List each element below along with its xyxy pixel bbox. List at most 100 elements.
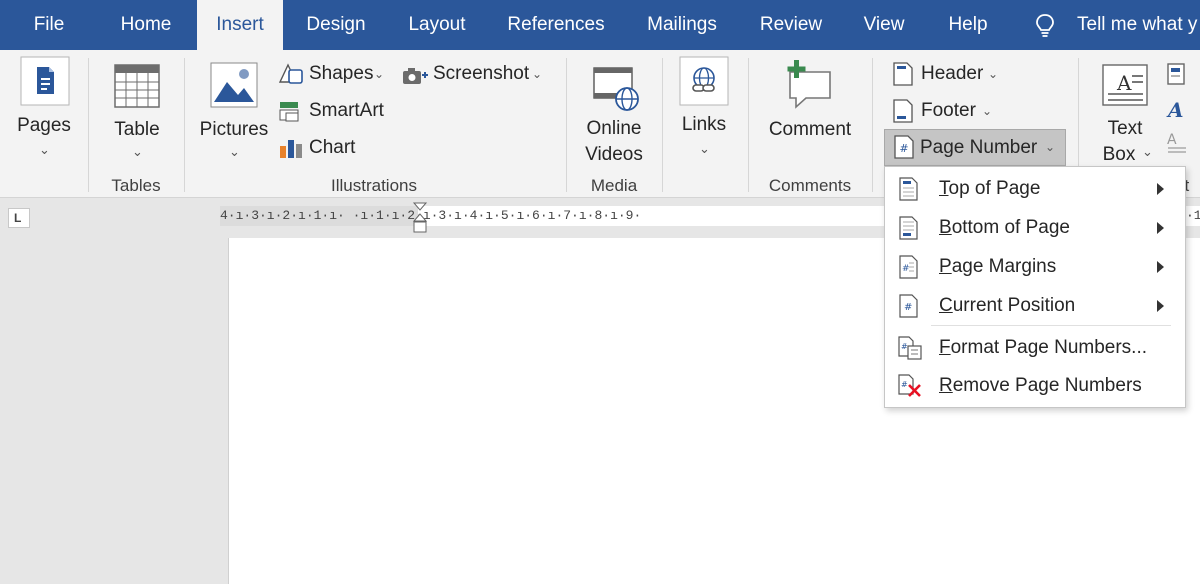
chevron-down-icon: ⌄ [1142, 144, 1153, 159]
tab-mailings[interactable]: Mailings [633, 0, 731, 50]
word-window: File Home Insert Design Layout Reference… [0, 0, 1200, 584]
table-label: Table [114, 119, 160, 140]
chevron-down-icon: ⌄ [982, 104, 993, 118]
header-button[interactable]: Header ⌄ [890, 58, 1010, 90]
group-separator [662, 58, 663, 192]
chevron-down-icon: ⌄ [532, 67, 543, 81]
menu-item-top-of-page[interactable]: Top of Page [885, 170, 1185, 208]
tab-file[interactable]: File [14, 0, 84, 50]
chart-button[interactable]: Chart [278, 132, 390, 164]
page-number-menu: Top of Page Bottom of Page # Page Margin… [884, 166, 1186, 408]
chevron-down-icon: ⌄ [374, 67, 385, 81]
tab-review[interactable]: Review [748, 0, 834, 50]
pages-label: Pages [17, 115, 71, 136]
menu-item-label: Remove Page Numbers [939, 375, 1142, 396]
svg-text:#: # [901, 342, 908, 351]
chart-icon [280, 140, 302, 158]
text-box-label-1: Text [1107, 118, 1143, 139]
format-page-numbers-icon: # [898, 336, 922, 360]
pictures-icon [210, 62, 258, 108]
menu-item-format-page-numbers[interactable]: # Format Page Numbers... [885, 329, 1185, 367]
tab-help[interactable]: Help [933, 0, 1003, 50]
footer-button[interactable]: Footer ⌄ [890, 95, 1010, 127]
online-videos-button[interactable]: Online Videos [578, 54, 650, 172]
page-number-button[interactable]: # Page Number ⌄ [884, 129, 1066, 166]
page-number-icon: # [894, 135, 914, 159]
menu-item-page-margins[interactable]: # Page Margins [885, 248, 1185, 286]
group-separator [872, 58, 873, 192]
current-position-icon: # [899, 294, 918, 318]
quick-parts-icon[interactable] [1166, 62, 1188, 86]
tab-design[interactable]: Design [293, 0, 379, 50]
menu-item-current-position[interactable]: # Current Position [885, 287, 1185, 325]
text-box-button[interactable]: A Text Box ⌄ [1092, 54, 1158, 172]
top-of-page-icon [899, 177, 918, 201]
comment-icon [787, 60, 831, 109]
online-videos-label-2: Videos [585, 144, 643, 165]
group-separator [566, 58, 567, 192]
svg-text:A: A [1166, 98, 1184, 122]
svg-text:#: # [902, 264, 910, 274]
footer-label: Footer [921, 100, 976, 121]
links-button[interactable]: Links ⌄ [672, 54, 736, 166]
submenu-arrow-icon [1157, 222, 1164, 234]
chevron-down-icon: ⌄ [699, 141, 710, 156]
pages-button[interactable]: Pages ⌄ [12, 54, 76, 166]
pages-icon [20, 56, 70, 106]
menu-item-bottom-of-page[interactable]: Bottom of Page [885, 209, 1185, 247]
submenu-arrow-icon [1157, 300, 1164, 312]
shapes-button[interactable]: Shapes ⌄ [278, 58, 390, 90]
chevron-down-icon: ⌄ [39, 142, 50, 157]
menu-item-label: Top of Page [939, 178, 1041, 199]
online-videos-label-1: Online [586, 118, 642, 139]
ruler-ticks: 4·ı·3·ı·2·ı·1·ı· ·ı·1·ı·2·ı·3·ı·4·ı·5·ı·… [220, 208, 642, 223]
submenu-arrow-icon [1157, 261, 1164, 273]
table-button[interactable]: Table ⌄ [100, 54, 174, 166]
header-icon [893, 62, 913, 86]
tab-references[interactable]: References [497, 0, 615, 50]
svg-text:#: # [904, 302, 912, 313]
screenshot-button[interactable]: Screenshot ⌄ [402, 58, 552, 90]
tab-home[interactable]: Home [104, 0, 188, 50]
tell-me-text: Tell me what y [1077, 14, 1198, 35]
smartart-label: SmartArt [309, 100, 384, 121]
group-label-comments: Comments [768, 176, 852, 195]
remove-page-numbers-icon: # [898, 374, 921, 397]
pictures-button[interactable]: Pictures ⌄ [196, 54, 272, 166]
comment-label: Comment [768, 119, 852, 140]
group-label-media: Media [590, 176, 638, 195]
menu-separator [931, 325, 1171, 326]
group-separator [748, 58, 749, 192]
ribbon-tab-bar: File Home Insert Design Layout Reference… [0, 0, 1200, 50]
wordart-icon[interactable]: A [1166, 98, 1188, 122]
drop-cap-icon[interactable]: A [1166, 130, 1188, 154]
menu-item-label: Format Page Numbers... [939, 337, 1148, 358]
text-box-icon: A [1102, 64, 1148, 106]
svg-text:#: # [899, 142, 908, 155]
group-label-tables: Tables [111, 176, 161, 195]
tab-view[interactable]: View [849, 0, 919, 50]
page-margins-icon: # [899, 255, 918, 279]
links-label: Links [681, 114, 727, 135]
screenshot-icon [403, 68, 428, 84]
svg-text:A: A [1167, 132, 1177, 148]
pictures-label: Pictures [199, 119, 269, 140]
ruler-tail: ·1 [1186, 208, 1200, 223]
menu-item-label: Bottom of Page [939, 217, 1070, 238]
tab-selector[interactable]: L [8, 208, 30, 228]
links-icon [679, 56, 729, 106]
menu-item-remove-page-numbers[interactable]: # Remove Page Numbers [885, 367, 1185, 405]
shapes-label: Shapes [309, 63, 374, 84]
menu-item-label: Page Margins [939, 256, 1057, 277]
bottom-of-page-icon [899, 216, 918, 240]
tab-layout[interactable]: Layout [394, 0, 480, 50]
comment-button[interactable]: Comment [760, 54, 860, 166]
indent-marker-icon[interactable] [412, 202, 428, 236]
svg-text:#: # [901, 380, 908, 389]
tab-insert[interactable]: Insert [197, 0, 283, 50]
group-separator [184, 58, 185, 192]
page-number-label: Page Number [920, 137, 1038, 158]
menu-item-label: Current Position [939, 295, 1076, 316]
smartart-button[interactable]: SmartArt [278, 95, 390, 127]
smartart-icon [279, 102, 299, 122]
